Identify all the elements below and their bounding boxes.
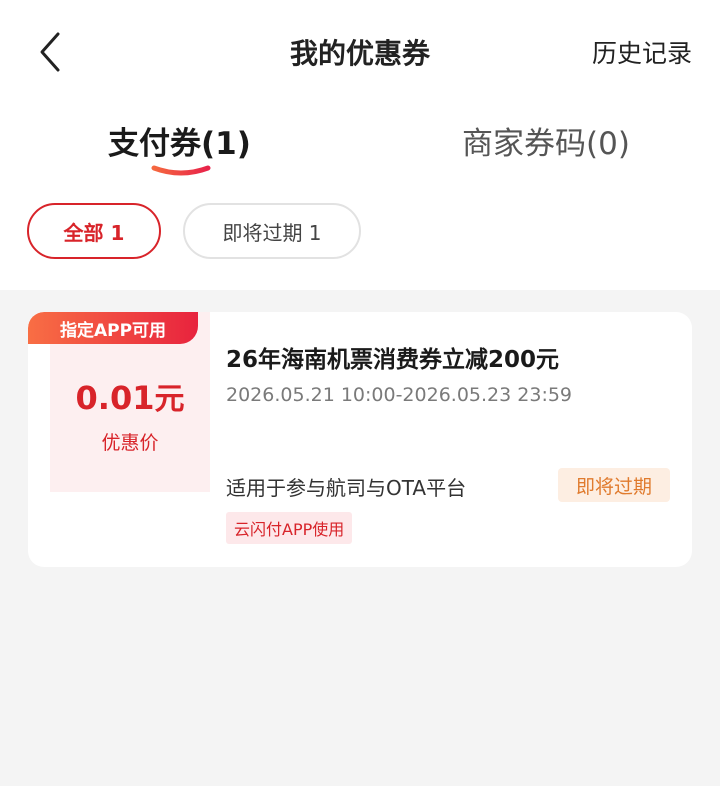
usage-app-tag: 云闪付APP使用 [226, 512, 353, 544]
tab-payment-coupons[interactable]: 支付券(1) [108, 118, 251, 163]
coupon-validity: 2026.05.21 10:00-2026.05.23 23:59 [226, 384, 573, 406]
price-value: 0.01 [75, 379, 155, 417]
filter-chips: 全部 1 即将过期 1 [0, 203, 720, 265]
coupon-title: 26年海南机票消费券立减200元 [226, 347, 560, 373]
tab-merchant-codes[interactable]: 商家券码(0) [462, 118, 630, 163]
price-label: 优惠价 [101, 432, 159, 454]
filter-all[interactable]: 全部 1 [27, 203, 161, 259]
nav-bar: 我的优惠券 历史记录 [0, 0, 720, 100]
coupon-price: 0.01元 [50, 374, 210, 418]
history-link[interactable]: 历史记录 [592, 34, 692, 70]
expiring-badge: 即将过期 [558, 468, 670, 502]
coupon-tabs: 支付券(1) 商家券码(0) [0, 118, 720, 188]
app-restriction-tag: 指定APP可用 [28, 312, 198, 344]
price-unit: 元 [154, 382, 185, 417]
top-section: 我的优惠券 历史记录 支付券(1) 商家券码(0) 全部 1 即将过期 1 [0, 0, 720, 290]
coupon-description: 适用于参与航司与OTA平台 [226, 476, 467, 500]
active-tab-indicator [151, 165, 211, 176]
coupon-card[interactable]: 0.01元 优惠价 指定APP可用 26年海南机票消费券立减200元 2026.… [28, 312, 692, 567]
filter-expiring[interactable]: 即将过期 1 [183, 203, 361, 259]
